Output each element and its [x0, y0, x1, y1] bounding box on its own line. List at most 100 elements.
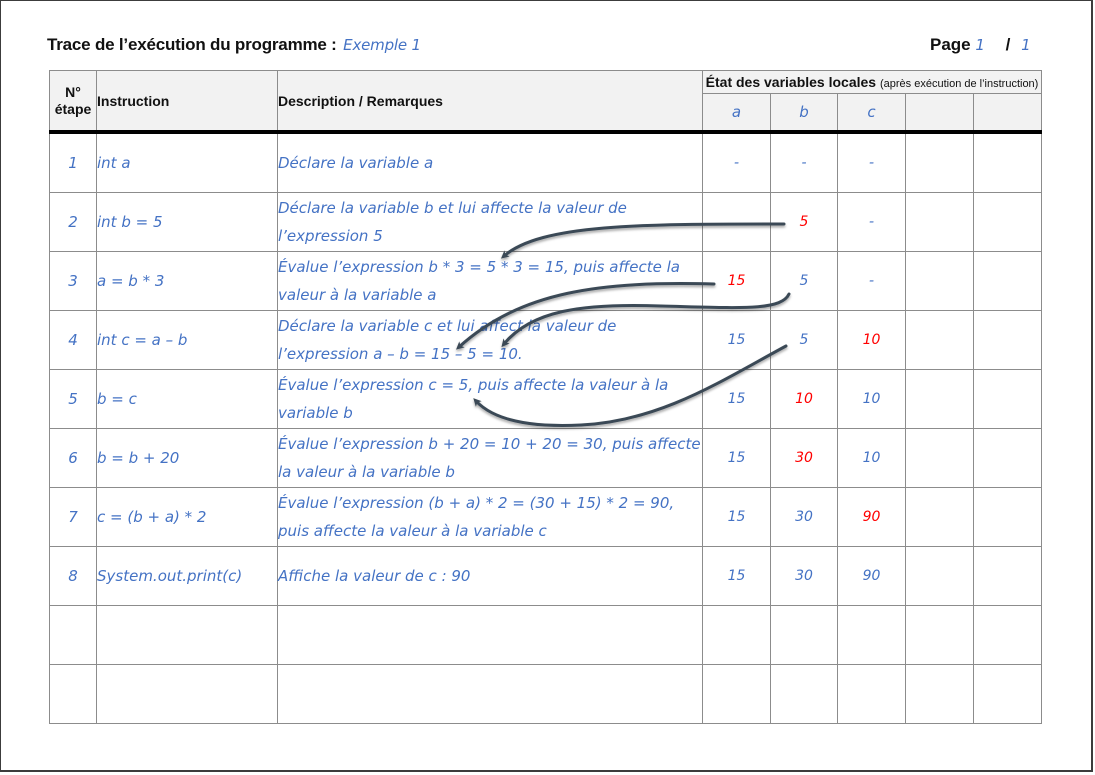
table-row: 5b = c Évalue l’expression c = 5, puis af…	[49, 369, 1043, 429]
step-number	[49, 664, 97, 724]
instruction-cell: b = c	[96, 369, 278, 429]
variable-value: -	[837, 131, 906, 193]
variable-value	[905, 310, 974, 370]
variable-header	[972, 93, 1043, 134]
variable-value	[905, 664, 974, 724]
variable-value	[972, 605, 1043, 665]
variable-value	[972, 251, 1043, 311]
variable-value: 90	[837, 546, 906, 606]
variable-value	[837, 664, 906, 724]
instruction-cell	[96, 605, 278, 665]
variable-value	[905, 605, 974, 665]
description-cell	[277, 605, 703, 665]
description-cell: Affiche la valeur de c : 90	[277, 546, 703, 606]
table-row	[49, 664, 1043, 724]
variable-value	[905, 251, 974, 311]
table-row: 3a = b * 3 Évalue l’expression b * 3 = 5 …	[49, 251, 1043, 311]
step-number: 6	[49, 428, 97, 488]
step-number: 8	[49, 546, 97, 606]
step-number: 2	[49, 192, 97, 252]
table-row: 4 int c = a – b Déclare la variable c et l…	[49, 310, 1043, 370]
variable-value	[972, 310, 1043, 370]
variable-value	[702, 605, 771, 665]
column-header-instruction: Instruction	[96, 70, 278, 134]
variable-value: 15	[702, 546, 771, 606]
variable-value: 10	[837, 310, 906, 370]
program-name: Exemple 1	[343, 36, 421, 54]
step-number: 4	[49, 310, 97, 370]
variable-value: -	[702, 131, 771, 193]
table-row: 7c = (b + a) * 2 Évalue l’expression (b +…	[49, 487, 1043, 547]
page-title: Trace de l’exécution du programme : Exem…	[47, 35, 421, 55]
column-header-description: Description / Remarques	[277, 70, 703, 134]
variable-header: b	[770, 93, 838, 134]
variable-value	[905, 369, 974, 429]
variable-value: 5	[770, 310, 838, 370]
state-title: État des variables locales	[705, 74, 877, 90]
variable-value: 15	[702, 487, 771, 547]
variable-value: 10	[837, 369, 906, 429]
variable-value: 10	[770, 369, 838, 429]
variable-value	[972, 546, 1043, 606]
variable-value	[972, 487, 1043, 547]
variable-value: 15	[702, 428, 771, 488]
variable-value: 5	[770, 192, 838, 252]
table-row: 1 int a Déclare la variable a---	[49, 131, 1043, 193]
variable-header	[905, 93, 974, 134]
variable-value: -	[837, 192, 906, 252]
instruction-cell: a = b * 3	[96, 251, 278, 311]
instruction-cell: int c = a – b	[96, 310, 278, 370]
state-subtitle: (après exécution de l’instruction)	[879, 78, 1039, 90]
page-number: Page 1 / 1	[930, 35, 1031, 55]
variable-value	[702, 664, 771, 724]
step-number: 3	[49, 251, 97, 311]
page-label: Page	[930, 35, 971, 54]
variable-value	[905, 192, 974, 252]
variable-value	[837, 605, 906, 665]
title-label: Trace de l’exécution du programme :	[47, 35, 337, 54]
page-total: 1	[1021, 36, 1031, 54]
variable-value	[905, 546, 974, 606]
variable-value: 30	[770, 487, 838, 547]
instruction-cell: c = (b + a) * 2	[96, 487, 278, 547]
variable-header: c	[837, 93, 906, 134]
column-header-step: N° étape	[49, 70, 97, 134]
table-row: 8 System.out.print(c) Affiche la valeur de…	[49, 546, 1043, 606]
instruction-cell: b = b + 20	[96, 428, 278, 488]
variable-value: 30	[770, 546, 838, 606]
description-cell: Évalue l’expression (b + a) * 2 = (30 + …	[277, 487, 703, 547]
variable-value	[972, 428, 1043, 488]
document-page: Trace de l’exécution du programme : Exem…	[0, 0, 1093, 772]
table-row: 2 int b = 5 Déclare la variable b et lui a…	[49, 192, 1043, 252]
instruction-cell: System.out.print(c)	[96, 546, 278, 606]
variable-value	[972, 192, 1043, 252]
variable-value: 90	[837, 487, 906, 547]
step-number: 1	[49, 131, 97, 193]
description-cell: Évalue l’expression c = 5, puis affecte …	[277, 369, 703, 429]
description-cell	[277, 664, 703, 724]
step-number: 7	[49, 487, 97, 547]
variable-header: a	[702, 93, 771, 134]
variable-value: 15	[702, 310, 771, 370]
variable-value: 5	[770, 251, 838, 311]
variable-value: -	[770, 131, 838, 193]
variable-value: 15	[702, 369, 771, 429]
description-cell: Déclare la variable c et lui affect la v…	[277, 310, 703, 370]
instruction-cell	[96, 664, 278, 724]
table-row	[49, 605, 1043, 665]
page-separator: /	[1005, 35, 1011, 54]
variable-value	[770, 605, 838, 665]
step-number: 5	[49, 369, 97, 429]
variable-value	[702, 192, 771, 252]
variable-value	[972, 369, 1043, 429]
description-cell: Déclare la variable b et lui affecte la …	[277, 192, 703, 252]
variable-value	[972, 664, 1043, 724]
variable-value: 15	[702, 251, 771, 311]
variable-value	[972, 131, 1043, 193]
variable-value: 10	[837, 428, 906, 488]
page-current: 1	[975, 36, 985, 54]
description-cell: Évalue l’expression b + 20 = 10 + 20 = 3…	[277, 428, 703, 488]
variable-value	[905, 131, 974, 193]
description-cell: Déclare la variable a	[277, 131, 703, 193]
variable-value: 30	[770, 428, 838, 488]
